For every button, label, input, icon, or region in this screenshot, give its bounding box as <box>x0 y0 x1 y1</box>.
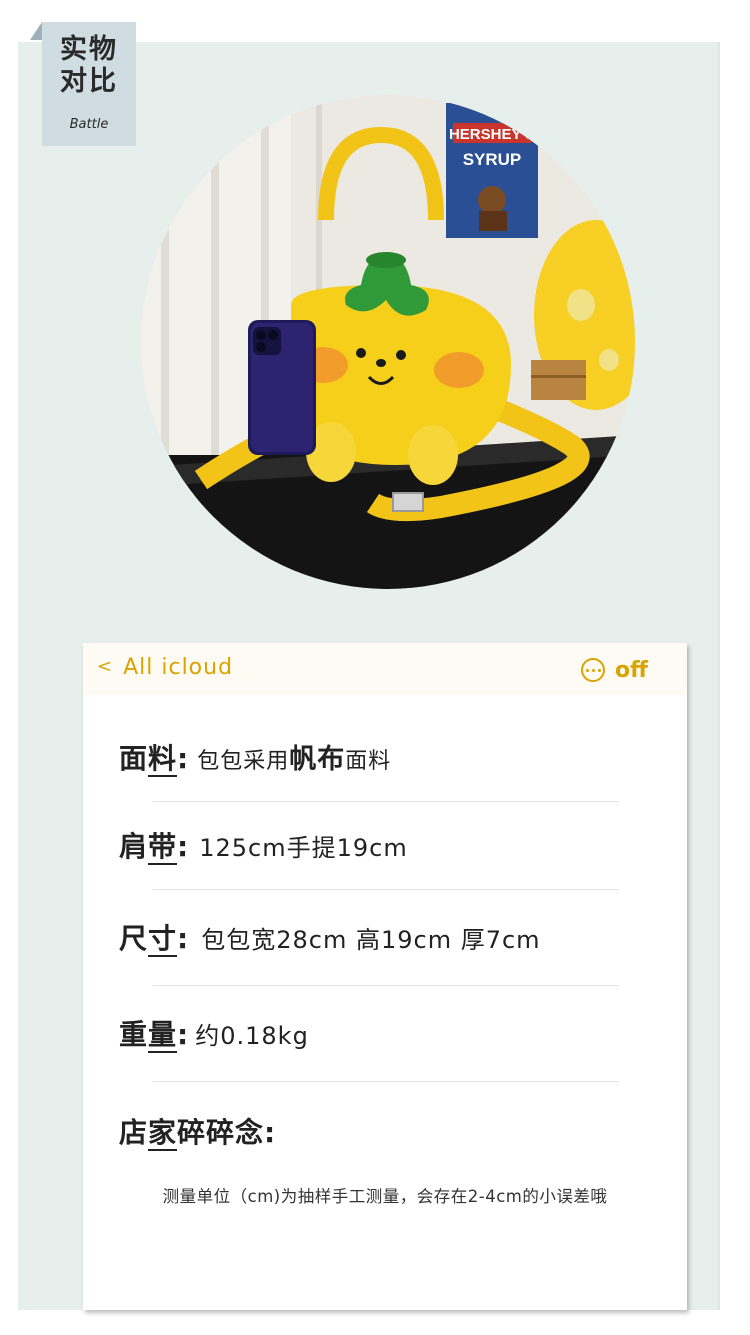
badge-fold <box>30 22 42 40</box>
spec-label: 面料: <box>119 742 190 777</box>
measurement-note: 测量单位（cm)为抽样手工测量，会存在2-4cm的小误差哦 <box>162 1187 608 1206</box>
divider <box>153 801 619 802</box>
back-label: All icloud <box>123 655 234 680</box>
badge-subtitle: Battle <box>69 117 109 132</box>
spec-row-strap: 肩带: 125cm手提19cm <box>119 825 408 865</box>
spec-card: < All icloud off 面料: 包包采用帆布面料 肩带: 125cm手提… <box>83 643 687 1310</box>
notes-label: 店家碎碎念: <box>119 1116 277 1151</box>
divider <box>153 889 619 890</box>
divider <box>153 1081 619 1082</box>
badge-title-line2: 对比 <box>60 66 118 97</box>
battle-badge: 实物 对比 Battle <box>42 22 136 146</box>
poster-text-2: SYRUP <box>463 150 522 169</box>
back-button[interactable]: < All icloud <box>97 655 233 680</box>
spec-row-material: 面料: 包包采用帆布面料 <box>119 737 391 777</box>
spec-row-weight: 重量: 约0.18kg <box>119 1013 309 1053</box>
divider <box>153 985 619 986</box>
more-icon <box>581 658 605 682</box>
bag-photo-illustration: HERSHEY'S SYRUP <box>141 95 635 589</box>
more-button[interactable]: off <box>581 655 648 685</box>
divider <box>718 42 720 1310</box>
product-photo: HERSHEY'S SYRUP <box>141 95 635 589</box>
badge-title: 实物 对比 <box>42 34 136 98</box>
spec-value: 包包宽28cm 高19cm 厚7cm <box>201 926 541 954</box>
badge-title-line1: 实物 <box>60 34 118 65</box>
card-header: < All icloud off <box>83 643 687 695</box>
spec-label: 重量: <box>119 1018 190 1053</box>
chevron-left-icon: < <box>97 656 114 677</box>
spec-label: 肩带: <box>119 830 190 865</box>
spec-label: 尺寸: <box>119 922 190 957</box>
spec-value: 125cm手提19cm <box>199 834 408 862</box>
more-label: off <box>615 657 648 683</box>
notes-heading: 店家碎碎念: <box>119 1111 276 1151</box>
spec-row-size: 尺寸: 包包宽28cm 高19cm 厚7cm <box>119 917 541 957</box>
spec-value: 约0.18kg <box>195 1022 309 1050</box>
spec-value: 包包采用帆布面料 <box>197 744 392 775</box>
